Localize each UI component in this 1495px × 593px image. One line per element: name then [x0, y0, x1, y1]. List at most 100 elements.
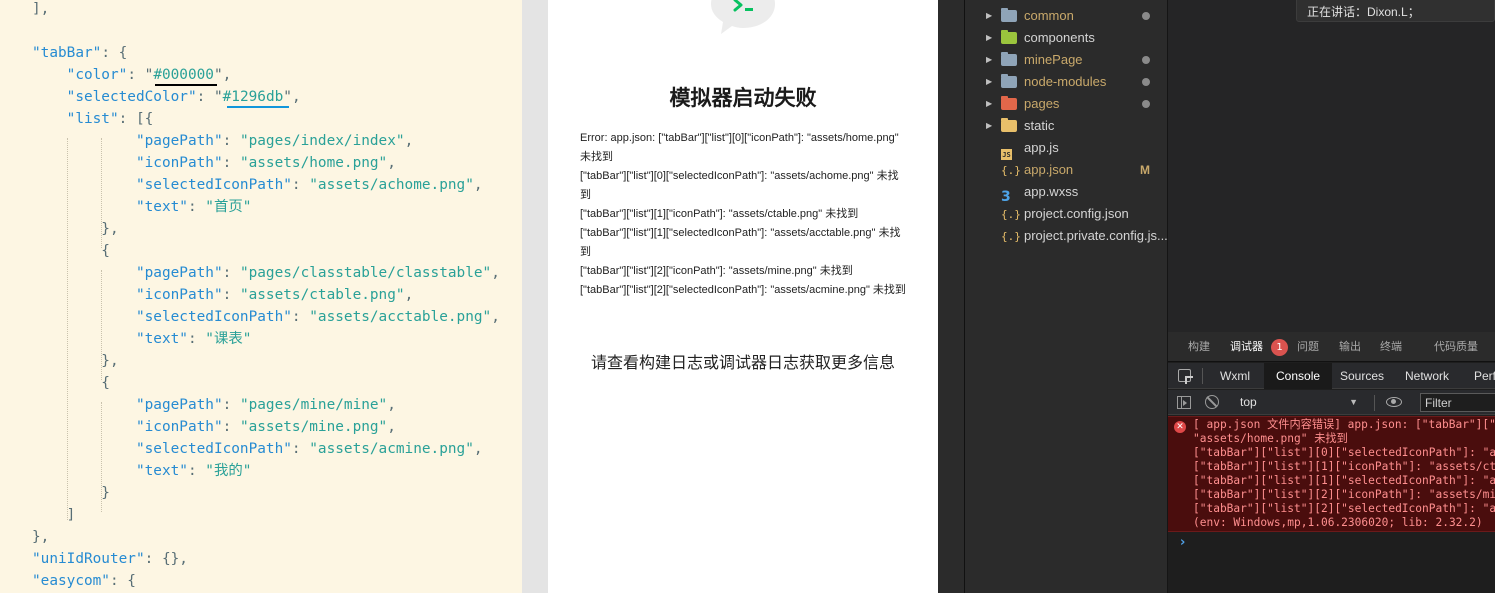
json-punctuation [32, 331, 136, 347]
error-count-badge: 1 [1271, 339, 1288, 356]
simulator-splitter[interactable] [938, 0, 965, 593]
json-key: "pagePath" [135, 133, 223, 149]
json-punctuation [32, 155, 136, 171]
panel-tab-sources[interactable]: Sources [1340, 363, 1384, 389]
simulator-hint: 请查看构建日志或调试器日志获取更多信息 [590, 355, 895, 372]
folder-item-static[interactable]: ▶ static [965, 115, 1167, 137]
json-punctuation: : [222, 265, 240, 281]
json-punctuation: : {}, [144, 551, 188, 567]
json-punctuation: ] [32, 507, 76, 523]
folder-shape [1001, 118, 1017, 132]
json-value: "assets/home.png" [239, 155, 388, 171]
code-line: "pagePath": "pages/mine/mine", [32, 394, 396, 416]
devtools-tab[interactable]: 问题 [1297, 332, 1319, 362]
chevron-right-icon[interactable]: ▶ [986, 5, 996, 27]
color-swatch-underline [227, 106, 289, 108]
chevron-right-icon[interactable]: ▶ [986, 49, 996, 71]
show-sidebar-icon[interactable] [1177, 396, 1191, 409]
folder-item-minepage[interactable]: ▶ minePage [965, 49, 1167, 71]
json-punctuation [32, 199, 136, 215]
json-glyph: {.} [1001, 208, 1021, 221]
folder-icon [1001, 52, 1017, 66]
json-value: "pages/index/index" [239, 133, 405, 149]
code-line: "iconPath": "assets/ctable.png", [32, 284, 413, 306]
devtools-tab[interactable]: 终端 [1380, 332, 1402, 362]
devtools-tab[interactable]: 调试器 [1230, 332, 1263, 362]
json-punctuation: , [387, 155, 396, 171]
folder-shape [1001, 96, 1017, 110]
chevron-right-icon[interactable]: ▶ [986, 93, 996, 115]
json-glyph: {.} [1001, 230, 1021, 243]
folder-item-common[interactable]: ▶ common [965, 5, 1167, 27]
devtools-tab[interactable]: 代码质量 [1434, 332, 1478, 362]
live-expression-eye-icon[interactable] [1386, 397, 1402, 407]
chevron-right-icon[interactable]: ▶ [986, 115, 996, 137]
json-punctuation [32, 441, 136, 457]
folder-item-node-modules[interactable]: ▶ node-modules [965, 71, 1167, 93]
file-item-project-config-json[interactable]: {.} project.config.json [965, 203, 1167, 225]
devtools-tab[interactable]: 输出 [1339, 332, 1361, 362]
json-key: "selectedIconPath" [135, 441, 292, 457]
code-line: "text": "首页" [32, 196, 251, 218]
chevron-right-icon[interactable]: ▶ [986, 27, 996, 49]
tree-item-label: app.js [1024, 140, 1059, 155]
code-line: ] [32, 504, 76, 526]
context-value: top [1240, 395, 1257, 409]
panel-tab-wxml[interactable]: Wxml [1220, 363, 1250, 389]
code-line: { [32, 372, 110, 394]
panel-tab-perf[interactable]: Perf [1474, 363, 1495, 389]
folder-item-components[interactable]: ▶ components [965, 27, 1167, 49]
console-toolbar: top ▼ [1168, 390, 1495, 415]
editor-area-empty [1168, 0, 1495, 332]
code-editor[interactable]: ], "tabBar": { "color": "#000000", "selec… [0, 0, 522, 593]
console-error-line: ["tabBar"]["list"][2]["selectedIconPath"… [1193, 502, 1495, 515]
json-key: "uniIdRouter" [32, 551, 145, 567]
code-line: "uniIdRouter": {}, [32, 548, 188, 570]
json-key: "text" [135, 463, 188, 479]
panel-tab-console[interactable]: Console [1264, 363, 1333, 389]
folder-shape [1001, 74, 1017, 88]
console-filter-input[interactable] [1420, 393, 1495, 412]
json-punctuation [32, 111, 67, 127]
simulator-error-line: ["tabBar"]["list"][1]["iconPath"]: "asse… [580, 208, 859, 220]
devtools-tab[interactable]: 构建 [1188, 332, 1210, 362]
file-item-app-json[interactable]: {.} app.json M [965, 159, 1167, 181]
console-prompt[interactable]: › [1180, 535, 1185, 550]
clear-console-icon[interactable] [1205, 395, 1219, 409]
code-line: "selectedIconPath": "assets/acmine.png", [32, 438, 483, 460]
git-status-badge: M [1140, 163, 1150, 177]
json-value: "assets/achome.png" [309, 177, 474, 193]
panel-tab-network[interactable]: Network [1405, 363, 1449, 389]
json-key: "text" [135, 199, 188, 215]
console-error-line: ["tabBar"]["list"][1]["selectedIconPath"… [1193, 474, 1495, 487]
console-error-message[interactable]: ✕ [ app.json 文件内容错误] app.json: ["tabBar"… [1168, 416, 1495, 532]
js-file-icon: JS [1001, 142, 1017, 160]
simulator-error-line: ["tabBar"]["list"][2]["selectedIconPath"… [580, 284, 906, 296]
simulator-error-line: ["tabBar"]["list"][1]["selectedIconPath"… [580, 227, 901, 258]
css-file-icon: 3 [1001, 186, 1017, 204]
json-key: "easycom" [32, 573, 110, 589]
chevron-right-icon[interactable]: ▶ [986, 71, 996, 93]
file-item-app-js[interactable]: JS app.js [965, 137, 1167, 160]
json-punctuation: : [291, 309, 310, 325]
tree-item-label: static [1024, 118, 1055, 133]
code-line: ], [32, 0, 49, 20]
json-punctuation: { [32, 375, 110, 391]
code-line: "text": "我的" [32, 460, 251, 482]
json-punctuation: : [{ [118, 111, 154, 127]
file-item-app-wxss[interactable]: 3 app.wxss [965, 181, 1167, 204]
file-item-project-private-config-js-[interactable]: {.} project.private.config.js... [965, 225, 1167, 247]
folder-item-pages[interactable]: ▶ pages [965, 93, 1167, 115]
editor-splitter[interactable] [522, 0, 548, 593]
console-error-line: [ app.json 文件内容错误] app.json: ["tabBar"][… [1193, 418, 1495, 431]
context-select[interactable]: top ▼ [1230, 392, 1366, 412]
inspect-element-icon[interactable] [1178, 369, 1193, 384]
code-line: "selectedColor": "#1296db", [32, 86, 301, 108]
json-file-icon: {.} [1001, 208, 1021, 221]
json-punctuation: : { [109, 573, 136, 589]
json-punctuation: , [387, 397, 396, 413]
code-line: "pagePath": "pages/classtable/classtable… [32, 262, 500, 284]
json-punctuation [32, 287, 136, 303]
json-punctuation: : [222, 133, 240, 149]
modified-dot-icon [1142, 100, 1150, 108]
